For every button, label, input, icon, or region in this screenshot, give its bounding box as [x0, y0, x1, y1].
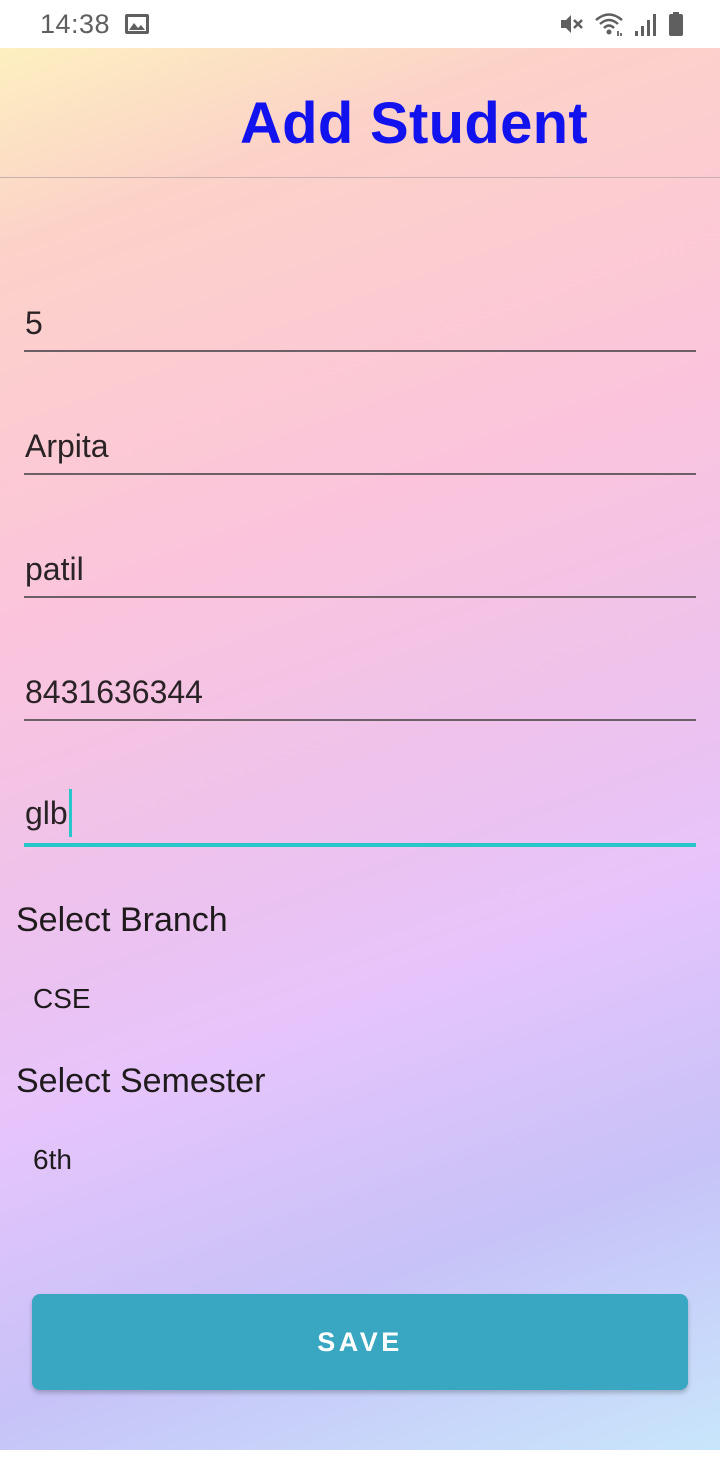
title-bar: Add Student — [0, 48, 720, 178]
semester-label: Select Semester — [16, 1062, 266, 1100]
first-name-field[interactable]: Arpita — [24, 415, 696, 475]
mute-icon — [558, 11, 584, 37]
branch-label: Select Branch — [16, 901, 228, 939]
save-button[interactable]: SAVE — [32, 1294, 688, 1390]
phone-value: 8431636344 — [25, 674, 203, 710]
add-student-screen: Add Student 5 Arpita patil 8431636344 gl… — [0, 48, 720, 1450]
phone-field[interactable]: 8431636344 — [24, 661, 696, 721]
battery-icon — [668, 11, 684, 37]
student-id-field[interactable]: 5 — [24, 292, 696, 352]
status-time: 14:38 — [40, 8, 111, 39]
gallery-icon — [124, 12, 150, 36]
first-name-value: Arpita — [25, 428, 109, 464]
college-value-wrap: glb — [25, 789, 72, 837]
text-cursor — [68, 789, 72, 837]
signal-icon — [634, 11, 658, 37]
status-bar: 14:38 — [0, 0, 720, 48]
student-id-value: 5 — [25, 305, 43, 341]
college-field[interactable]: glb — [24, 787, 696, 847]
last-name-field[interactable]: patil — [24, 538, 696, 598]
wifi-icon — [594, 11, 624, 37]
status-icons — [558, 11, 684, 37]
last-name-value: patil — [25, 551, 84, 587]
branch-spinner[interactable]: CSE — [33, 983, 91, 1015]
semester-spinner[interactable]: 6th — [33, 1144, 72, 1176]
navigation-bar-area — [0, 1450, 720, 1480]
college-value: glb — [25, 794, 68, 831]
page-title: Add Student — [240, 91, 589, 156]
